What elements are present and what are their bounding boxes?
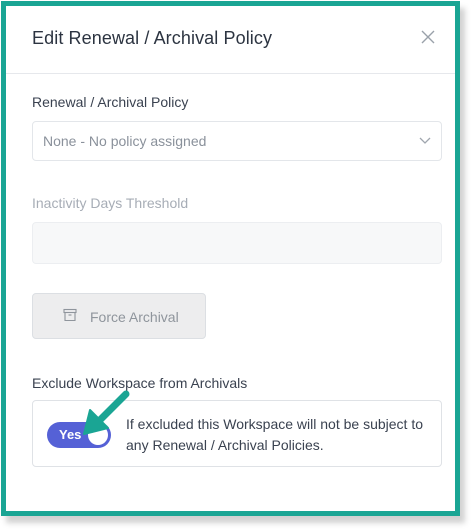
exclude-label: Exclude Workspace from Archivals	[32, 375, 248, 391]
policy-select-value: None - No policy assigned	[43, 133, 207, 149]
chevron-down-icon	[419, 137, 431, 144]
policy-label: Renewal / Archival Policy	[32, 94, 189, 110]
policy-select[interactable]: None - No policy assigned	[32, 121, 442, 161]
edit-policy-dialog: Edit Renewal / Archival Policy Renewal /…	[1, 1, 460, 516]
dialog-header: Edit Renewal / Archival Policy	[6, 6, 455, 74]
archive-box-icon	[63, 308, 77, 322]
close-icon[interactable]	[419, 28, 437, 46]
callout-arrow-icon	[83, 390, 130, 435]
exclude-description: If excluded this Workspace will not be s…	[126, 416, 424, 453]
threshold-label: Inactivity Days Threshold	[32, 195, 189, 211]
force-archival-label: Force Archival	[90, 309, 179, 325]
force-archival-button[interactable]: Force Archival	[32, 293, 206, 339]
dialog-title: Edit Renewal / Archival Policy	[32, 28, 273, 48]
threshold-input[interactable]	[32, 222, 442, 264]
